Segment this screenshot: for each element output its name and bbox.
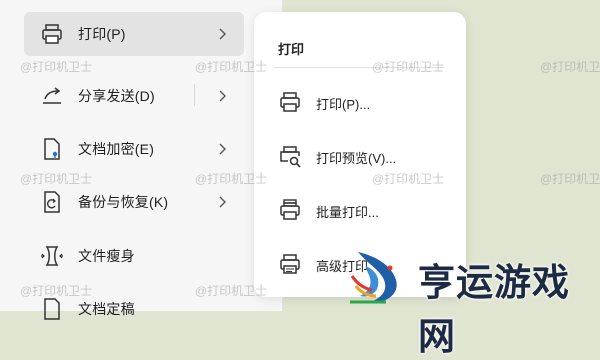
advanced-print-icon	[280, 254, 300, 274]
watermark: @打印机卫士	[20, 284, 93, 298]
slim-icon	[41, 246, 63, 266]
submenu-item-batch-print[interactable]: 批量打印...	[274, 190, 454, 230]
lock-file-icon	[44, 138, 60, 160]
menu-item-label: 文档定稿	[78, 301, 135, 317]
batch-print-icon	[280, 199, 300, 220]
printer-icon	[280, 92, 300, 112]
submenu-title: 打印	[278, 42, 305, 57]
file-menu-panel: 打印(P) 分享发送(D) 文档加密(E) 备份与恢复(K) 文件瘦身 文档定稿	[0, 0, 283, 320]
share-icon	[43, 87, 61, 104]
menu-divider	[194, 84, 195, 106]
submenu-item-label: 批量打印...	[316, 205, 379, 220]
printer-icon	[42, 24, 62, 44]
dragon-logo-icon	[350, 252, 397, 304]
backup-icon	[44, 191, 60, 213]
brand-text: 亨运游戏网	[418, 262, 570, 357]
chevron-right-icon	[219, 143, 226, 155]
menu-item-share[interactable]: 分享发送(D)	[24, 74, 244, 118]
submenu-item-label: 打印(P)...	[316, 97, 371, 112]
menu-item-label: 备份与恢复(K)	[78, 194, 169, 210]
watermark: @打印机卫士	[195, 60, 268, 74]
menu-item-encrypt[interactable]: 文档加密(E)	[24, 127, 244, 171]
menu-item-slim[interactable]: 文件瘦身	[24, 234, 244, 278]
watermark: @打印机卫士	[195, 284, 268, 298]
menu-item-label: 文档加密(E)	[78, 141, 155, 157]
chevron-right-icon	[219, 28, 226, 40]
submenu-item-label: 打印预览(V)...	[316, 151, 397, 166]
finalize-icon	[44, 298, 60, 320]
watermark: @打印机卫士	[20, 172, 93, 186]
brand-overlay: 亨运游戏网	[346, 244, 600, 357]
chevron-right-icon	[219, 196, 226, 208]
menu-item-label: 打印(P)	[78, 26, 126, 42]
menu-item-label: 分享发送(D)	[78, 88, 155, 104]
watermark: @打印机卫士	[372, 172, 445, 186]
submenu-item-print[interactable]: 打印(P)...	[274, 82, 454, 122]
watermark: @打印机卫士	[540, 172, 600, 186]
watermark: @打印机卫士	[195, 172, 268, 186]
menu-item-print[interactable]: 打印(P)	[24, 12, 244, 56]
print-preview-icon	[280, 146, 301, 168]
watermark: @打印机卫士	[372, 60, 445, 74]
menu-item-label: 文件瘦身	[78, 248, 135, 264]
chevron-right-icon	[219, 90, 226, 102]
watermark: @打印机卫士	[540, 60, 600, 74]
watermark: @打印机卫士	[20, 60, 93, 74]
